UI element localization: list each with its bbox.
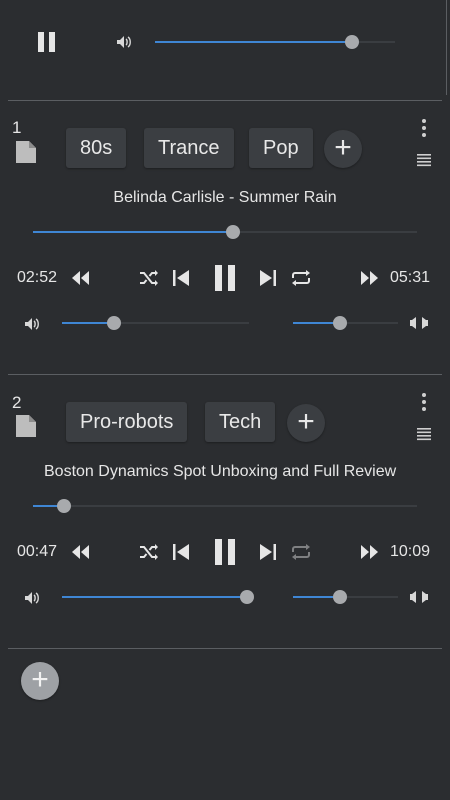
rewind-icon[interactable]	[70, 544, 90, 560]
volume-fill	[62, 596, 248, 598]
shuffle-icon[interactable]	[139, 543, 159, 561]
volume-slider[interactable]	[62, 316, 249, 330]
tag-chip[interactable]: Pro-robots	[66, 402, 188, 442]
progress-knob[interactable]	[225, 225, 240, 239]
duration-time: 10:09	[390, 543, 431, 560]
repeat-icon[interactable]	[290, 269, 312, 287]
elapsed-time: 02:52	[17, 269, 58, 286]
add-player-button[interactable]: +	[21, 662, 59, 700]
previous-icon[interactable]	[172, 543, 190, 561]
next-icon[interactable]	[259, 543, 277, 561]
fast-forward-icon[interactable]	[360, 544, 380, 560]
rewind-icon[interactable]	[70, 270, 90, 286]
stereo-balance-icon	[409, 590, 429, 604]
add-tag-button[interactable]: +	[287, 404, 325, 442]
track-title: Belinda Carlisle - Summer Rain	[113, 189, 337, 206]
master-volume-fill	[155, 41, 352, 43]
file-icon[interactable]	[15, 414, 37, 438]
pause-button[interactable]	[213, 264, 237, 292]
duration-time: 05:31	[390, 269, 431, 286]
stereo-balance-icon	[409, 316, 429, 330]
balance-knob[interactable]	[333, 590, 348, 604]
file-icon[interactable]	[15, 140, 37, 164]
volume-icon	[24, 317, 40, 331]
progress-knob[interactable]	[56, 499, 71, 513]
drag-handle-icon[interactable]	[417, 427, 431, 441]
drag-handle-icon[interactable]	[417, 153, 431, 167]
add-tag-button[interactable]: +	[324, 130, 362, 168]
tag-chip[interactable]: Pop	[249, 128, 313, 168]
track-title: Boston Dynamics Spot Unboxing and Full R…	[44, 463, 397, 480]
balance-slider[interactable]	[293, 590, 398, 604]
player-number: 2	[12, 393, 22, 412]
elapsed-time: 00:47	[17, 543, 58, 560]
master-volume-slider[interactable]	[155, 35, 395, 49]
pause-button[interactable]	[213, 538, 237, 566]
volume-slider[interactable]	[62, 590, 255, 604]
tag-chip[interactable]: Tech	[205, 402, 276, 442]
tag-chip[interactable]: Trance	[144, 128, 234, 168]
global-pause-button[interactable]	[36, 30, 58, 54]
volume-knob[interactable]	[107, 316, 122, 330]
volume-icon	[116, 35, 132, 49]
next-icon[interactable]	[259, 269, 277, 287]
balance-knob[interactable]	[333, 316, 348, 330]
tag-chip[interactable]: 80s	[66, 128, 127, 168]
master-volume-knob[interactable]	[344, 35, 359, 49]
fast-forward-icon[interactable]	[360, 270, 380, 286]
repeat-icon[interactable]	[290, 543, 312, 561]
more-menu-icon[interactable]	[420, 118, 428, 138]
progress-fill	[33, 231, 233, 233]
more-menu-icon[interactable]	[420, 392, 428, 412]
progress-slider[interactable]	[33, 499, 417, 513]
previous-icon[interactable]	[172, 269, 190, 287]
shuffle-icon[interactable]	[139, 269, 159, 287]
balance-slider[interactable]	[293, 316, 398, 330]
progress-slider[interactable]	[33, 225, 417, 239]
volume-knob[interactable]	[240, 590, 255, 604]
volume-icon	[24, 591, 40, 605]
player-number: 1	[12, 118, 22, 137]
